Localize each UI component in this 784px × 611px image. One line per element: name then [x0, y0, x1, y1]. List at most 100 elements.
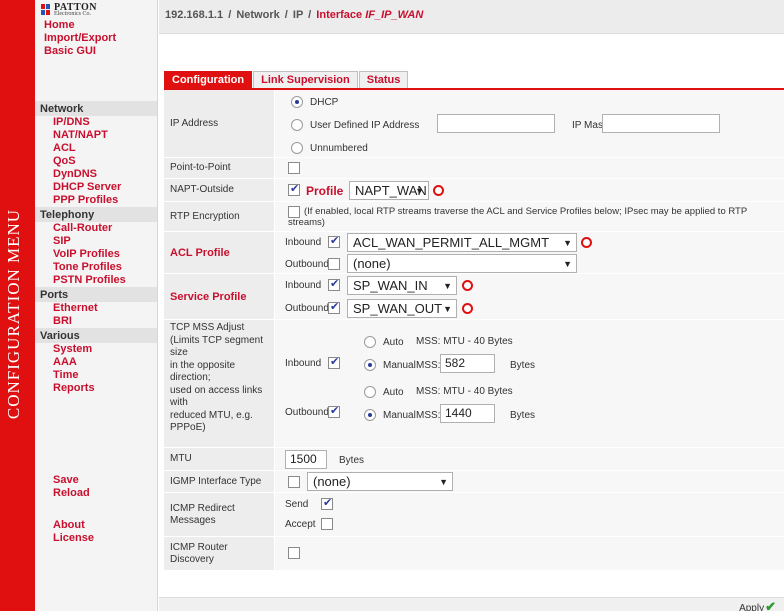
row-mtu: MTU 1500 Bytes: [164, 448, 784, 471]
nav-dyndns[interactable]: DynDNS: [35, 168, 157, 181]
acl-inbound-label: Inbound: [285, 237, 322, 248]
mss-inbound-input[interactable]: 582: [440, 354, 495, 373]
breadcrumb-network[interactable]: Network: [236, 9, 279, 21]
nav-reload[interactable]: Reload: [35, 487, 157, 500]
add-sp-inbound-icon[interactable]: [462, 280, 473, 291]
sp-inbound-select[interactable]: SP_WAN_IN ▼: [347, 276, 457, 295]
nav-about[interactable]: About: [35, 519, 157, 532]
logo-subtitle: Electronics Co.: [54, 11, 91, 17]
sp-outbound-checkbox[interactable]: [328, 300, 340, 314]
nav-section-ports: Ports: [35, 287, 157, 302]
sp-inbound-checkbox[interactable]: [328, 277, 340, 291]
rtp-encryption-label: RTP Encryption: [164, 202, 274, 231]
acl-inbound-select[interactable]: ACL_WAN_PERMIT_ALL_MGMT ▼: [347, 233, 577, 252]
checkmark-icon: ✔: [765, 599, 776, 611]
icmp-router-checkbox[interactable]: [288, 547, 300, 559]
nav-sip[interactable]: SIP: [35, 235, 157, 248]
igmp-label: IGMP Interface Type: [164, 471, 274, 492]
napt-profile-select[interactable]: NAPT_WAN ▼: [349, 181, 429, 200]
nav-license[interactable]: License: [35, 532, 157, 545]
unnumbered-label: Unnumbered: [310, 143, 368, 154]
nav-basic-gui[interactable]: Basic GUI: [35, 45, 157, 58]
igmp-checkbox[interactable]: [288, 476, 300, 488]
nav-home[interactable]: Home: [35, 19, 157, 32]
sp-inbound-label: Inbound: [285, 280, 322, 291]
nav-ip-dns[interactable]: IP/DNS: [35, 116, 157, 129]
mtu-input[interactable]: 1500: [285, 450, 327, 469]
mss-inbound-unit: Bytes: [510, 360, 536, 371]
nav-section-telephony: Telephony: [35, 207, 157, 222]
tab-status[interactable]: Status: [358, 71, 409, 89]
nav-qos[interactable]: QoS: [35, 155, 157, 168]
mtu-unit: Bytes: [339, 455, 365, 466]
mss-inbound-auto-note: MSS: MTU - 40 Bytes: [416, 336, 513, 347]
icmp-send-checkbox[interactable]: [321, 496, 333, 510]
breadcrumb-ip-link[interactable]: IP: [293, 9, 303, 21]
nav-ethernet[interactable]: Ethernet: [35, 302, 157, 315]
tab-link-supervision[interactable]: Link Supervision: [253, 71, 358, 89]
chevron-down-icon: ▼: [415, 186, 424, 196]
mss-outbound-auto-label: Auto: [383, 387, 404, 398]
mss-outbound-label: Outbound: [285, 407, 329, 418]
nav-call-router[interactable]: Call-Router: [35, 222, 157, 235]
add-profile-icon[interactable]: [433, 185, 444, 196]
mss-outbound-manual-radio[interactable]: [364, 409, 376, 421]
row-tcp-mss-adjust: TCP MSS Adjust (Limits TCP segment size …: [164, 320, 784, 448]
ip-mask-input[interactable]: [602, 114, 720, 133]
nav-ppp-profiles[interactable]: PPP Profiles: [35, 194, 157, 207]
nav-top: Home Import/Export Basic GUI: [35, 19, 157, 58]
acl-outbound-select[interactable]: (none) ▼: [347, 254, 577, 273]
napt-outside-checkbox[interactable]: [288, 182, 300, 196]
ip-address-label: IP Address: [164, 90, 274, 157]
point-to-point-checkbox[interactable]: [288, 162, 300, 174]
nav-pstn-profiles[interactable]: PSTN Profiles: [35, 274, 157, 287]
mss-inbound-checkbox[interactable]: [328, 355, 340, 369]
sp-outbound-select[interactable]: SP_WAN_OUT ▼: [347, 299, 457, 318]
add-sp-outbound-icon[interactable]: [462, 303, 473, 314]
apply-bar: Apply✔: [159, 597, 784, 611]
mss-inbound-manual-radio[interactable]: [364, 359, 376, 371]
mss-outbound-input[interactable]: 1440: [440, 404, 495, 423]
nav-voip-profiles[interactable]: VoIP Profiles: [35, 248, 157, 261]
nav-save[interactable]: Save: [35, 474, 157, 487]
nav-tone-profiles[interactable]: Tone Profiles: [35, 261, 157, 274]
nav-acl[interactable]: ACL: [35, 142, 157, 155]
icmp-router-label: ICMP Router Discovery: [164, 537, 274, 570]
dhcp-label: DHCP: [310, 97, 339, 108]
configuration-menu-band: CONFIGURATION MENU: [0, 0, 35, 611]
tcp-mss-label: TCP MSS Adjust (Limits TCP segment size …: [164, 320, 274, 447]
nav-reports[interactable]: Reports: [35, 382, 157, 395]
mss-outbound-auto-radio[interactable]: [364, 386, 376, 398]
nav-aaa[interactable]: AAA: [35, 356, 157, 369]
icmp-accept-checkbox[interactable]: [321, 518, 333, 530]
radio-unnumbered[interactable]: [291, 142, 303, 154]
rtp-encryption-note: (If enabled, local RTP streams traverse …: [288, 206, 748, 228]
tab-configuration[interactable]: Configuration: [164, 71, 253, 89]
sp-outbound-label: Outbound: [285, 303, 329, 314]
nav-import-export[interactable]: Import/Export: [35, 32, 157, 45]
acl-inbound-checkbox[interactable]: [328, 234, 340, 248]
breadcrumb-current: Interface IF_IP_WAN: [316, 9, 424, 21]
mss-inbound-auto-radio[interactable]: [364, 336, 376, 348]
igmp-select[interactable]: (none) ▼: [307, 472, 453, 491]
mss-outbound-auto-note: MSS: MTU - 40 Bytes: [416, 386, 513, 397]
radio-user-defined-ip[interactable]: [291, 119, 303, 131]
nav-nat-napt[interactable]: NAT/NAPT: [35, 129, 157, 142]
mss-outbound-checkbox[interactable]: [328, 404, 340, 418]
nav-dhcp-server[interactable]: DHCP Server: [35, 181, 157, 194]
row-service-profile: Service Profile Inbound SP_WAN_IN▼ Outbo…: [164, 274, 784, 320]
apply-button[interactable]: Apply✔: [739, 599, 776, 611]
nav-info: About License: [35, 519, 157, 545]
nav-system[interactable]: System: [35, 343, 157, 356]
add-acl-inbound-icon[interactable]: [581, 237, 592, 248]
ip-address-input[interactable]: [437, 114, 555, 133]
radio-dhcp[interactable]: [291, 96, 303, 108]
napt-outside-label: NAPT-Outside: [164, 179, 274, 201]
nav-time[interactable]: Time: [35, 369, 157, 382]
nav-bri[interactable]: BRI: [35, 315, 157, 328]
icmp-redirect-label: ICMP Redirect Messages: [164, 493, 274, 536]
row-acl-profile: ACL Profile Inbound ACL_WAN_PERMIT_ALL_M…: [164, 232, 784, 274]
acl-outbound-checkbox[interactable]: [328, 258, 340, 270]
breadcrumb-ip[interactable]: 192.168.1.1: [165, 9, 223, 21]
row-point-to-point: Point-to-Point: [164, 158, 784, 179]
